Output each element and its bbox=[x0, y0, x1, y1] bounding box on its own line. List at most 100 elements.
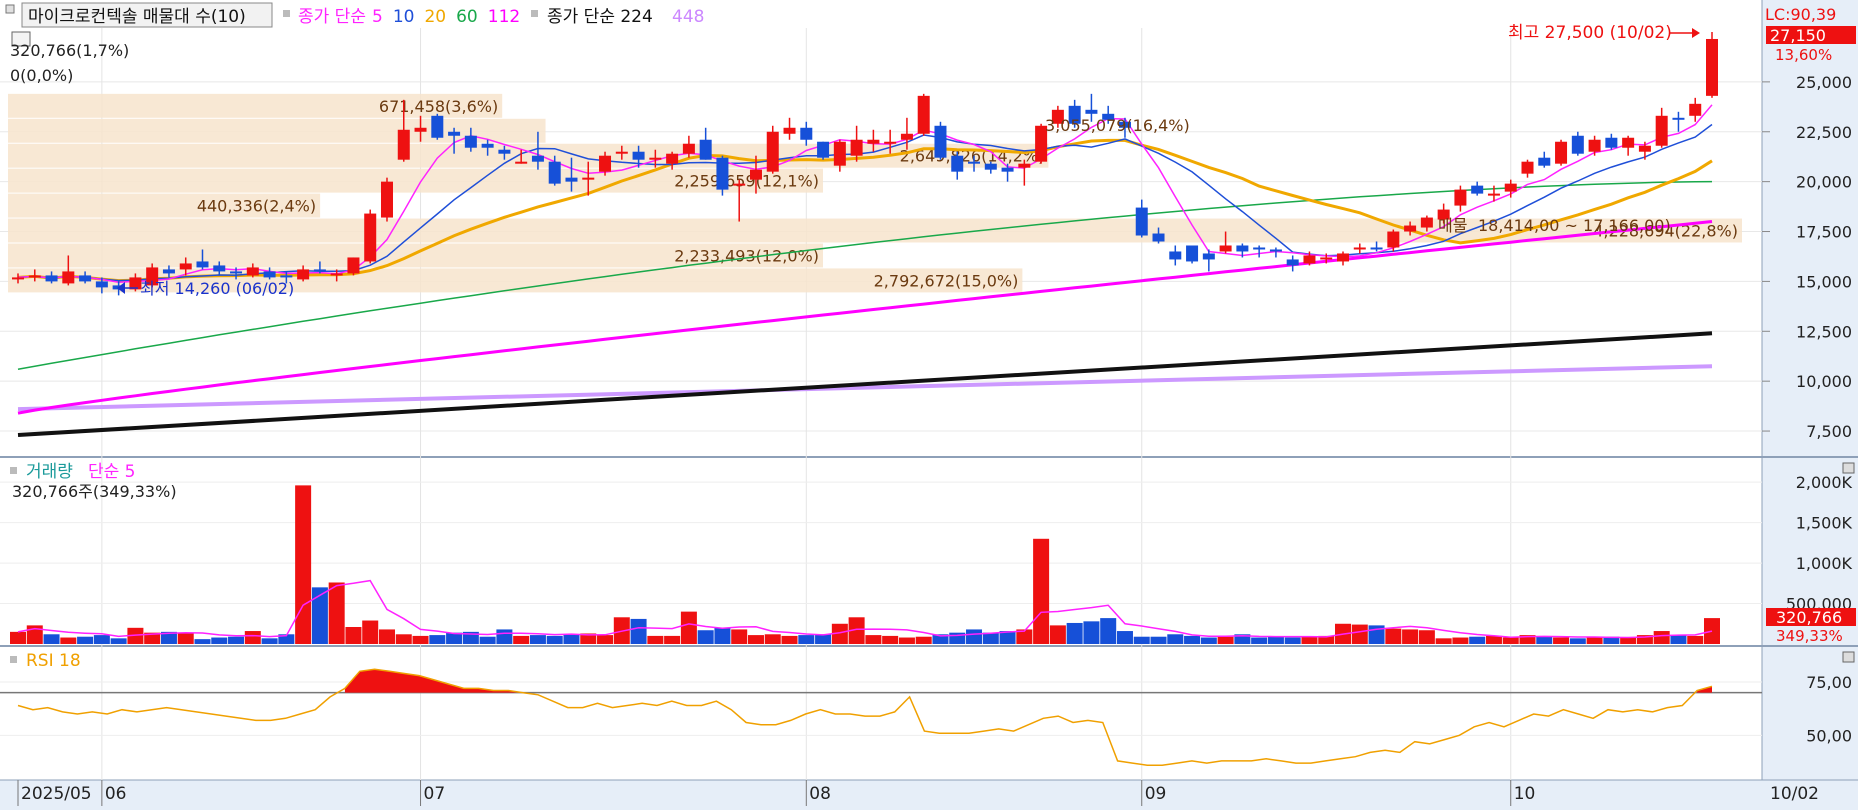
candle-body bbox=[414, 127, 427, 132]
candle-body bbox=[1001, 167, 1014, 172]
volume-bar bbox=[395, 634, 412, 644]
candle-body bbox=[1337, 253, 1350, 262]
candle-body bbox=[162, 269, 175, 274]
volume-bar bbox=[915, 636, 932, 644]
candle-body bbox=[313, 269, 326, 272]
candle-body bbox=[766, 131, 779, 172]
candle-body bbox=[1320, 257, 1333, 260]
candle-body bbox=[1186, 245, 1199, 262]
candle-body bbox=[1521, 161, 1534, 174]
candle-body bbox=[62, 271, 75, 284]
volume-title: 거래량 bbox=[26, 462, 73, 482]
candle-body bbox=[95, 281, 108, 288]
ma-period-20: 20 bbox=[424, 7, 446, 27]
chart-canvas: 671,458(3,6%)2,649,826(14,2%)2,259,659(1… bbox=[0, 0, 1858, 810]
candle-body bbox=[380, 181, 393, 218]
candle-body bbox=[1018, 163, 1031, 168]
candle-body bbox=[330, 273, 343, 276]
candle-body bbox=[1152, 233, 1165, 242]
candle-body bbox=[1353, 247, 1366, 250]
ma-periods: 5 10 20 60 112 bbox=[372, 7, 520, 27]
volume-bar bbox=[1284, 637, 1301, 644]
volume-bar bbox=[1620, 637, 1637, 644]
candle-body bbox=[1706, 38, 1718, 96]
candle-body bbox=[1504, 183, 1517, 192]
candle-body bbox=[246, 267, 259, 276]
rsi-close-icon[interactable] bbox=[1842, 651, 1855, 663]
candle-body bbox=[682, 143, 695, 154]
ma-period-5: 5 bbox=[372, 7, 383, 27]
volume-bar bbox=[1402, 629, 1419, 644]
candle-body bbox=[1454, 189, 1467, 206]
candle-body bbox=[1672, 117, 1685, 120]
pct-badge: 13,60% bbox=[1775, 46, 1832, 64]
volume-bar bbox=[764, 634, 781, 644]
x-axis-right-label: 10/02 bbox=[1770, 784, 1819, 804]
candle-body bbox=[1638, 145, 1651, 152]
volume-zone-label: 671,458(3,6%) bbox=[379, 97, 498, 116]
rsi-tick-label: 50,00 bbox=[1806, 726, 1852, 745]
candle-body bbox=[934, 125, 947, 158]
volume-bar bbox=[177, 633, 194, 644]
volume-bar bbox=[1049, 625, 1066, 644]
volume-bar bbox=[529, 635, 546, 644]
candle-body bbox=[28, 275, 41, 278]
volume-bar bbox=[362, 620, 379, 644]
volume-bar bbox=[865, 635, 882, 644]
candle-body bbox=[1253, 247, 1266, 250]
volume-bar bbox=[1469, 636, 1486, 644]
volume-bar bbox=[194, 639, 211, 644]
volume-close-icon[interactable] bbox=[1842, 462, 1855, 474]
volume-zone-label: 2,792,672(15,0%) bbox=[874, 271, 1019, 290]
volume-bar bbox=[244, 631, 261, 644]
volume-bar bbox=[798, 635, 815, 644]
volume-bar bbox=[1385, 628, 1402, 644]
volume-bar bbox=[966, 629, 983, 644]
candle-body bbox=[1286, 259, 1299, 266]
volume-bar bbox=[1418, 630, 1435, 644]
volume-ma-label: 단순 5 bbox=[88, 462, 136, 482]
volume-bar bbox=[664, 635, 681, 644]
volume-badge-value: 320,766 bbox=[1776, 608, 1842, 627]
volume-bar bbox=[429, 635, 446, 644]
candle-body bbox=[1219, 245, 1232, 252]
volume-bar bbox=[630, 618, 647, 644]
volume-bar bbox=[1452, 637, 1469, 644]
chart-title: 마이크로컨텍솔 매물대 수(10) bbox=[28, 7, 246, 27]
x-tick-label: 08 bbox=[809, 784, 831, 804]
candle-body bbox=[733, 183, 746, 186]
price-tick-label: 12,500 bbox=[1796, 322, 1852, 341]
candle-body bbox=[464, 135, 477, 148]
volume-value-label: 320,766주(349,33%) bbox=[12, 482, 177, 501]
volume-bar bbox=[1351, 624, 1368, 644]
candle-body bbox=[448, 131, 461, 136]
volume-bar bbox=[211, 637, 228, 644]
candle-body bbox=[1588, 139, 1601, 152]
candle-body bbox=[850, 139, 863, 156]
ma-label: 종가 단순 bbox=[298, 7, 366, 27]
x-tick-label: 07 bbox=[424, 784, 446, 804]
candle-body bbox=[749, 169, 762, 180]
volume-bar bbox=[1217, 636, 1234, 644]
volume-bar bbox=[781, 635, 798, 644]
stock-chart-window: 671,458(3,6%) 2,649,826(14,2%) 2,259,659(1… bbox=[0, 0, 1858, 810]
volume-tick-label: 1,500K bbox=[1796, 514, 1853, 533]
legend-box-icon[interactable] bbox=[5, 4, 15, 14]
price-tick-label: 20,000 bbox=[1796, 173, 1852, 192]
candle-body bbox=[800, 127, 813, 140]
volume-bar bbox=[513, 635, 530, 644]
candle-body bbox=[1236, 245, 1249, 252]
candle-body bbox=[1689, 103, 1702, 116]
volume-bar bbox=[60, 637, 77, 644]
candle-body bbox=[917, 95, 930, 134]
volume-bar bbox=[1569, 638, 1586, 644]
candle-body bbox=[1370, 247, 1383, 250]
price-tick-label: 22,500 bbox=[1796, 123, 1852, 142]
volume-bar bbox=[1251, 637, 1268, 644]
candle-body bbox=[531, 155, 544, 162]
volume-bar bbox=[898, 637, 915, 644]
x-tick-label: 10 bbox=[1514, 784, 1536, 804]
volume-bar bbox=[1536, 636, 1553, 644]
candle-body bbox=[364, 213, 377, 262]
volume-bar bbox=[1301, 636, 1318, 644]
